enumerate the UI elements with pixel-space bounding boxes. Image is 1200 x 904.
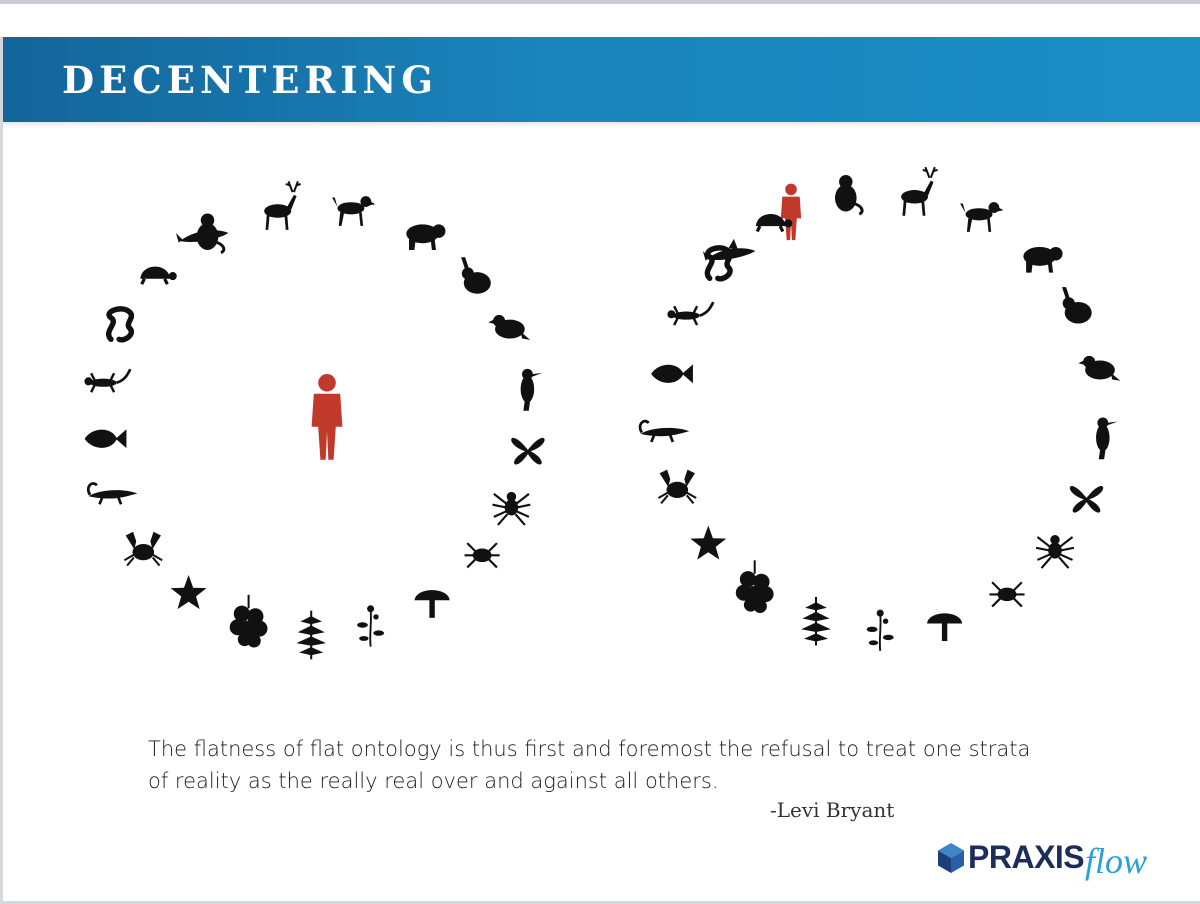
mushroom-icon (414, 590, 450, 618)
praxisflow-logo: PRAXIS flow (938, 838, 1178, 882)
fern-icon (296, 610, 327, 660)
human-icon (311, 374, 343, 460)
spider-icon (492, 491, 531, 526)
dog-icon (332, 196, 376, 226)
slide-title: DECENTERING (62, 58, 438, 102)
top-edge (0, 0, 1200, 4)
butterfly-icon (511, 437, 545, 465)
flower-icon (357, 605, 385, 647)
tick-icon (989, 581, 1025, 608)
rabbit-icon (461, 257, 491, 294)
crab-icon (123, 531, 163, 567)
bird-icon (1078, 355, 1121, 381)
fern-icon (801, 596, 831, 646)
cube-icon (938, 843, 964, 873)
bear-icon (1023, 246, 1063, 273)
lizard-icon (667, 301, 715, 326)
diagram-human-centered (84, 180, 545, 660)
monkey-icon (835, 175, 864, 216)
flower-icon (866, 609, 894, 651)
dog-icon (960, 202, 1004, 232)
woodpecker-icon (1096, 417, 1118, 460)
fish-icon (84, 429, 127, 449)
moss-icon (229, 594, 268, 648)
moss-icon (735, 560, 774, 613)
banner-shadow (3, 122, 1200, 128)
quote-line-2: of reality as the really real over and a… (148, 769, 719, 793)
snake-icon (106, 306, 135, 343)
quote-line-1: The flatness of flat ontology is thus fi… (148, 737, 1031, 761)
woodpecker-icon (520, 368, 543, 411)
turtle-icon (140, 266, 177, 285)
rabbit-icon (1062, 287, 1092, 324)
deer-icon (264, 180, 301, 230)
bear-icon (406, 224, 446, 250)
alligator-icon (638, 419, 690, 443)
starfish-icon (170, 575, 207, 610)
logo-wordmark: PRAXIS (968, 839, 1085, 875)
starfish-icon (690, 525, 727, 560)
lizard-icon (84, 368, 132, 393)
human-icon (780, 183, 802, 241)
mushroom-icon (927, 613, 963, 642)
quote-attribution: -Levi Bryant (770, 798, 895, 822)
diagram-human-decentered (638, 166, 1121, 651)
logo-suffix: flow (1085, 841, 1148, 881)
tick-icon (464, 542, 500, 569)
deer-icon (901, 166, 938, 216)
crab-icon (657, 469, 697, 505)
spider-icon (1035, 534, 1075, 569)
frame-left (0, 37, 3, 904)
quote: The flatness of flat ontology is thus fi… (148, 733, 1088, 797)
butterfly-icon (1069, 485, 1104, 513)
bird-icon (488, 314, 531, 340)
alligator-icon (86, 482, 138, 505)
fish-icon (651, 364, 693, 384)
